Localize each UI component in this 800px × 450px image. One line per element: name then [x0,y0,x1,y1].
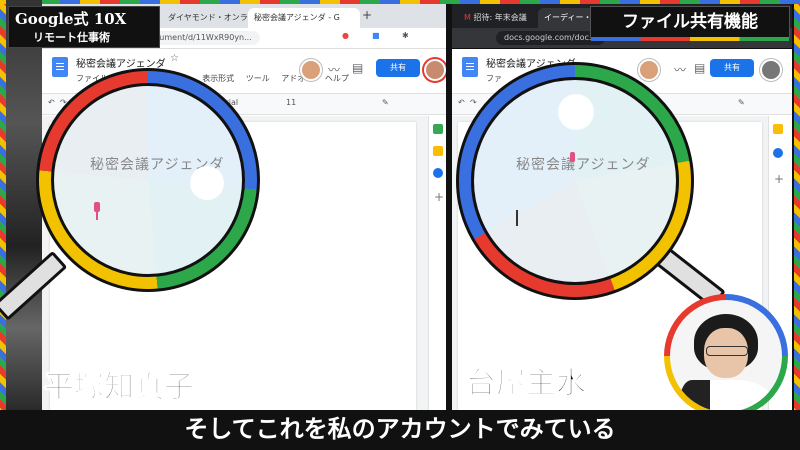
brand-label: Google式 10X リモート仕事術 [8,6,160,48]
account-avatar-right[interactable] [760,59,782,81]
right-person-name: 台屋主水 [466,366,587,402]
calendar-icon[interactable] [433,124,443,134]
collaborator-avatar[interactable] [300,59,322,81]
activity-icon[interactable]: 〰 [328,61,340,78]
background-photo-strip [6,0,42,410]
url-text-right[interactable]: docs.google.com/doc... [496,31,605,45]
collaborator-cursor-right [570,152,575,162]
caption-subtitle: そしてこれを私のアカウントでみている [0,410,800,450]
extension-icon[interactable]: ● [342,31,349,40]
undo-icon-right[interactable]: ↶ [458,98,465,107]
pencil-icon-right[interactable]: ✎ [738,98,745,107]
tasks-icon-right[interactable] [773,148,783,158]
add-addon-icon[interactable]: + [434,190,444,204]
magnifier-lens-right: 秘密会議アジェンダ [471,77,679,285]
star-icon[interactable]: ☆ [170,53,179,64]
collaborator-avatar-right[interactable] [638,59,660,81]
tab-doc[interactable]: 秘密会議アジェンダ - G [248,8,360,28]
tasks-icon[interactable] [433,168,443,178]
tab-diamond[interactable]: ダイヤモンド・オンラ [162,8,254,28]
redo-icon-right[interactable]: ↷ [470,98,477,107]
menu-tools[interactable]: ツール [246,74,270,83]
cursor-stem [96,210,98,220]
right-stripe [794,0,800,450]
puzzle-icon[interactable]: ✱ [402,31,409,40]
activity-icon-right[interactable]: 〰 [674,61,686,78]
add-addon-icon-right[interactable]: + [774,172,784,186]
extension-icon-2[interactable]: ■ [372,31,380,40]
presenter-jacket [680,380,710,412]
menu-format[interactable]: 表示形式 [202,74,234,83]
tab-gmail[interactable]: M 招待: 年末会議 [458,8,546,28]
share-button-right[interactable]: 共有 [710,59,754,77]
tab-gmail-label: 招待: 年末会議 [473,13,527,22]
font-size[interactable]: 11 [286,98,296,107]
text-caret [516,210,518,226]
lens-glint [190,166,224,200]
gmail-icon: M [464,13,471,22]
undo-icon[interactable]: ↶ [48,98,55,107]
feature-label: ファイル共有機能 [590,6,790,41]
comment-icon[interactable]: ▤ [352,61,363,75]
lens-glint-right [558,94,594,130]
left-person-name: 平塚知真子 [44,370,195,406]
new-tab-icon[interactable]: + [362,8,372,22]
docs-logo-icon-right[interactable] [462,57,478,77]
docs-logo-icon[interactable] [52,57,68,77]
brand-line2: リモート仕事術 [33,31,110,44]
share-button[interactable]: 共有 [376,59,420,77]
account-avatar[interactable] [424,59,446,81]
presenter-photo [670,300,782,412]
magnifier-lens: 秘密会議アジェンダ [51,83,245,277]
presenter-glasses [706,346,748,356]
menu-file-right[interactable]: ファ [486,74,502,83]
comment-icon-right[interactable]: ▤ [694,61,705,75]
keep-icon-right[interactable] [773,124,783,134]
brand-line1: Google式 10X [15,10,127,28]
keep-icon[interactable] [433,146,443,156]
pencil-icon[interactable]: ✎ [382,98,389,107]
magnified-doc-title-right: 秘密会議アジェンダ [516,157,651,173]
side-panel: + [428,116,446,412]
